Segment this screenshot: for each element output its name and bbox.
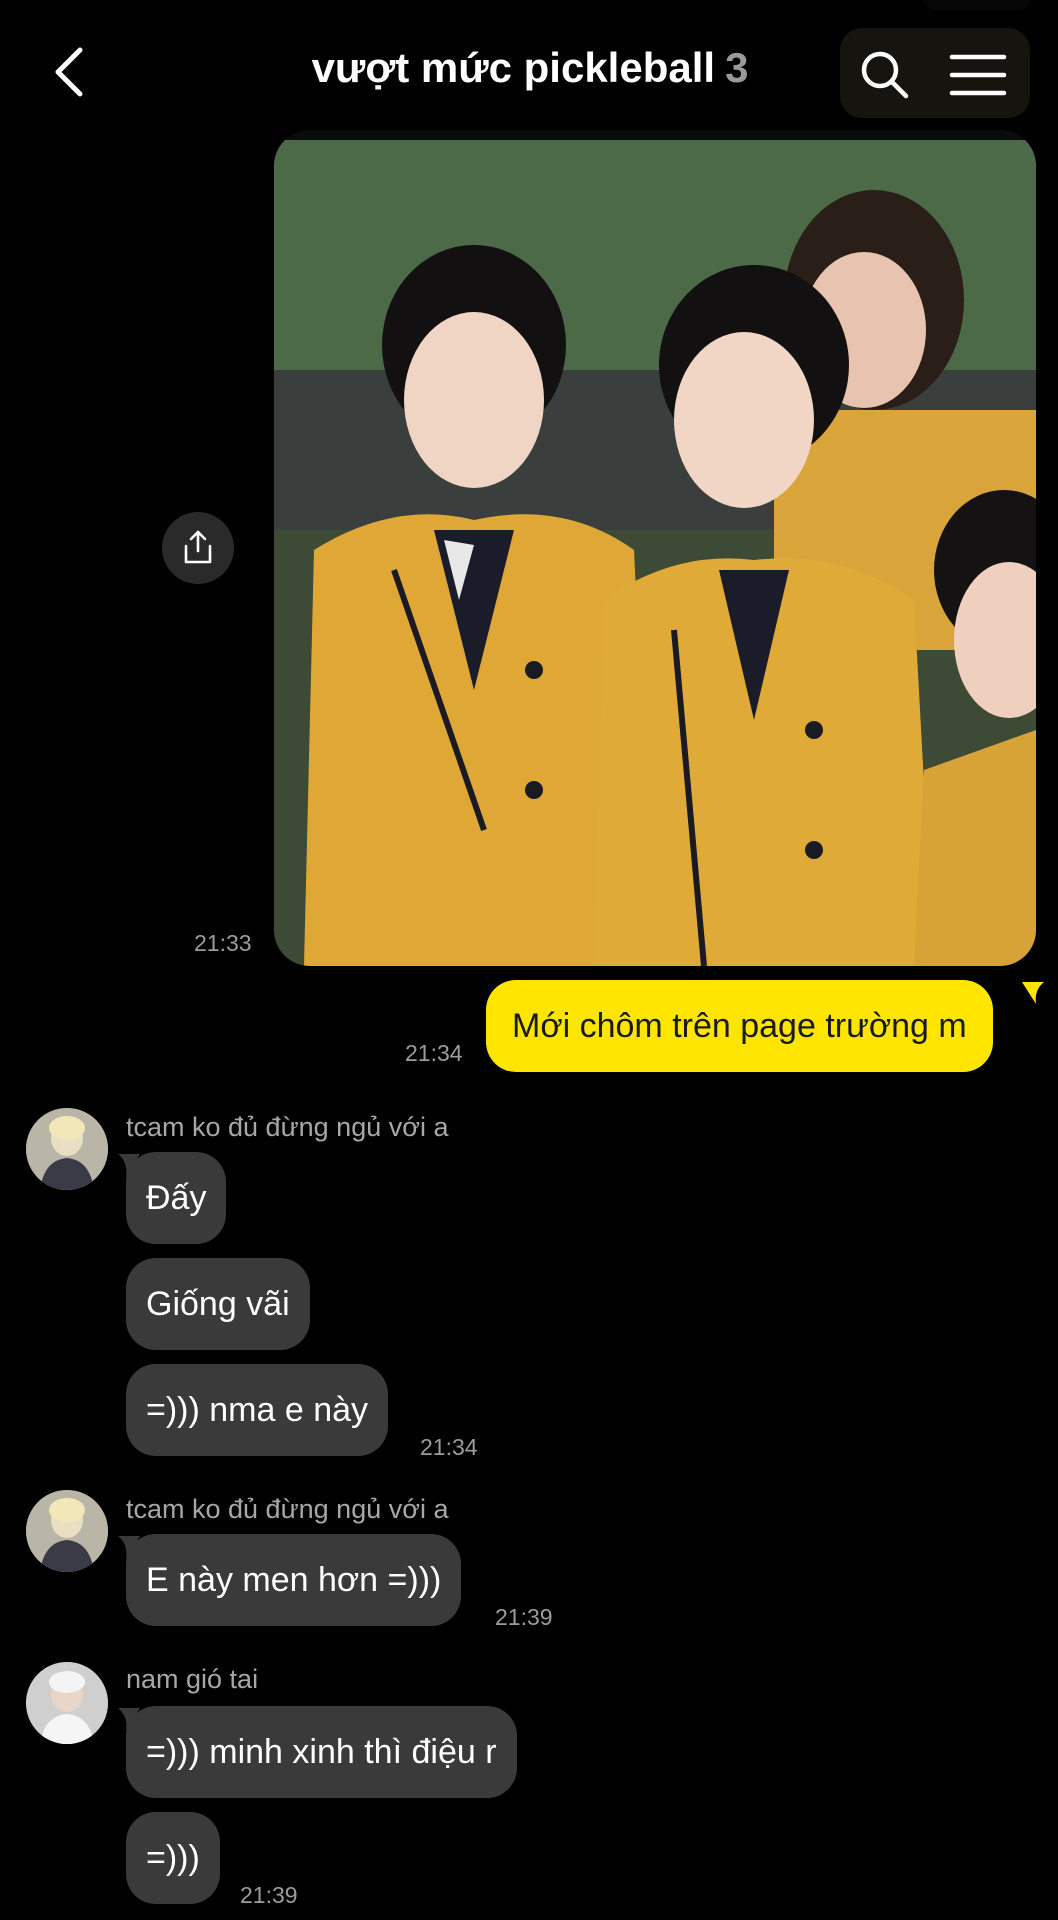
incoming-message-bubble[interactable]: E này men hơn =))) — [126, 1534, 462, 1626]
sender-name: tcam ko đủ đừng ngủ với a — [126, 1494, 449, 1524]
avatar-image — [26, 1662, 108, 1744]
sender-name: nam gió tai — [126, 1664, 259, 1694]
avatar-image — [26, 1108, 108, 1190]
search-button[interactable] — [858, 48, 912, 102]
message-timestamp: 21:33 — [194, 930, 252, 956]
incoming-message-bubble[interactable]: Giống vãi — [126, 1258, 310, 1350]
bubble-tail — [118, 1154, 140, 1176]
incoming-message-bubble[interactable]: Đấy — [126, 1152, 227, 1244]
shared-photo[interactable] — [274, 130, 1036, 966]
avatar-image — [26, 1490, 108, 1572]
outgoing-message-bubble[interactable]: Mới chôm trên page trường m — [486, 980, 993, 1072]
photo-image — [274, 130, 1036, 966]
sender-name: tcam ko đủ đừng ngủ với a — [126, 1112, 449, 1142]
incoming-message-bubble[interactable]: =))) minh xinh thì điệu r — [126, 1706, 517, 1798]
message-timestamp: 21:34 — [405, 1040, 463, 1066]
header-actions — [840, 28, 1030, 118]
member-count: 3 — [725, 44, 749, 91]
message-timestamp: 21:39 — [495, 1604, 553, 1630]
bubble-tail — [118, 1536, 140, 1558]
chat-header: vượt mức pickleball 3 — [0, 0, 1058, 140]
chat-room-name: vượt mức pickleball — [311, 44, 716, 91]
back-button[interactable] — [48, 44, 96, 100]
share-icon — [184, 530, 212, 564]
share-button[interactable] — [162, 512, 234, 584]
message-timestamp: 21:39 — [240, 1882, 298, 1908]
avatar[interactable] — [26, 1662, 108, 1744]
chat-title: vượt mức pickleball 3 — [230, 44, 830, 92]
avatar[interactable] — [26, 1490, 108, 1572]
incoming-message-bubble[interactable]: =))) — [126, 1812, 220, 1904]
message-timestamp: 21:34 — [420, 1434, 478, 1460]
bubble-tail — [118, 1708, 140, 1730]
avatar[interactable] — [26, 1108, 108, 1190]
incoming-message-bubble[interactable]: =))) nma e này — [126, 1364, 389, 1456]
chevron-left-icon — [55, 47, 83, 97]
search-icon — [861, 51, 909, 99]
menu-button[interactable] — [948, 52, 1008, 98]
hamburger-menu-icon — [949, 54, 1007, 96]
bubble-tail — [1022, 982, 1044, 1004]
